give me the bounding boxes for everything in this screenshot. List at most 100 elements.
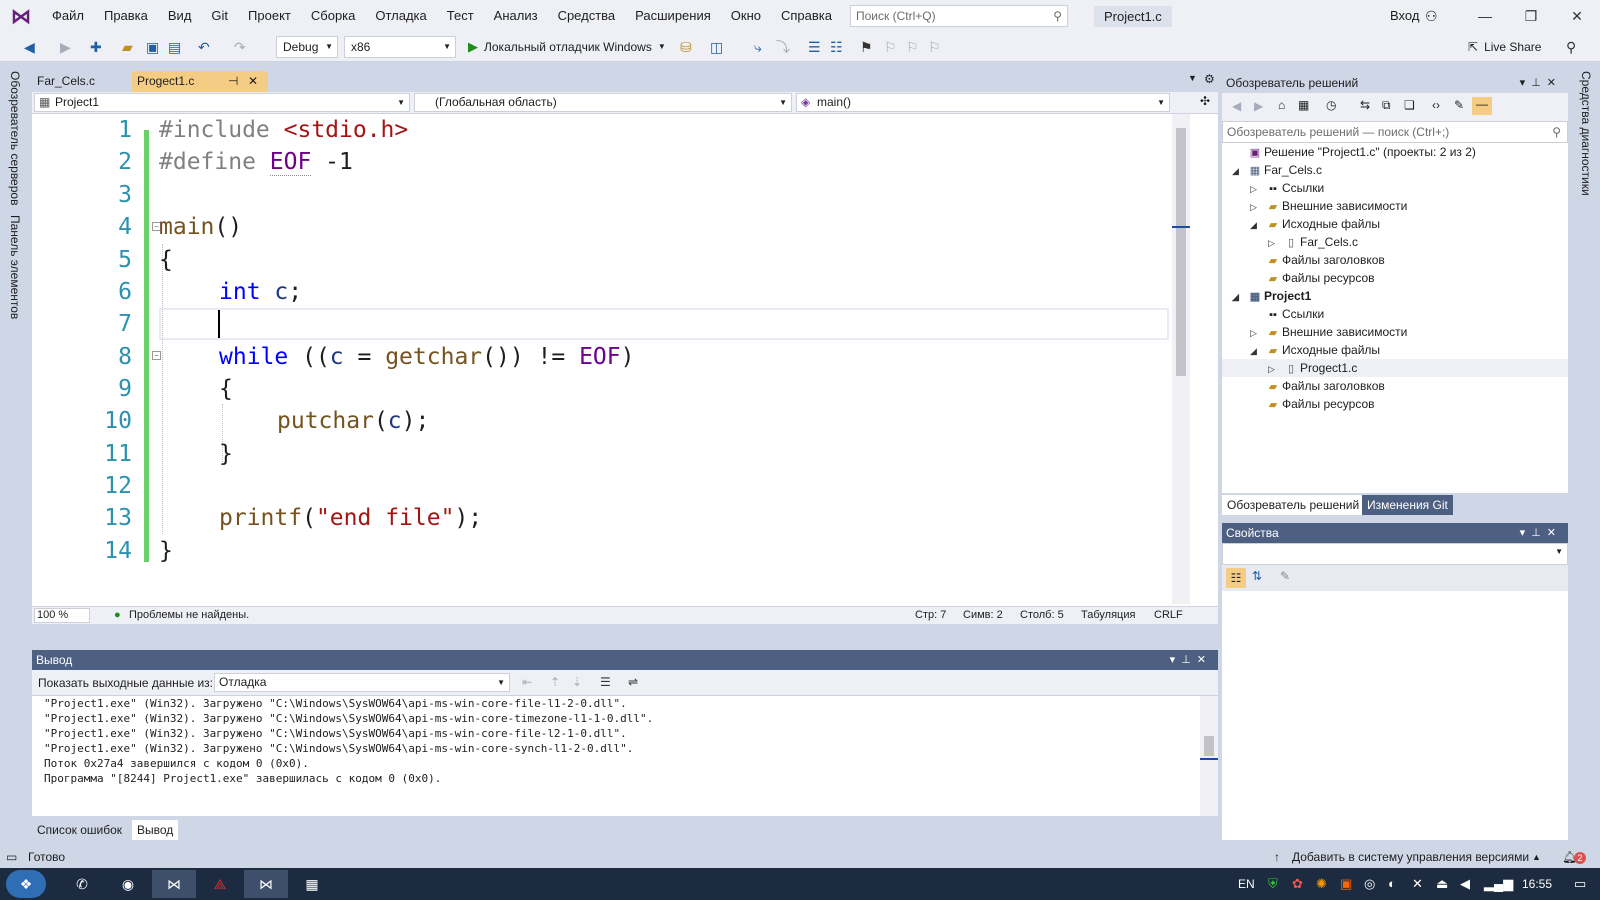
expander-icon[interactable]: ▷ (1268, 360, 1282, 378)
issues-status[interactable]: Проблемы не найдены. (129, 607, 249, 624)
tree-item-project-project1[interactable]: ◢ ▦ Project1 (1232, 287, 1311, 305)
feedback-icon[interactable]: ⚲ (1566, 39, 1576, 55)
view-code-icon[interactable]: ‹› (1432, 98, 1440, 112)
menu-file[interactable]: Файл (42, 0, 94, 32)
diagnostics-tools-tab[interactable]: Средства диагностики (1579, 71, 1593, 196)
clear-all-icon[interactable]: ☰ (600, 675, 611, 689)
chevron-up-icon[interactable]: ▲ (1532, 846, 1541, 868)
start-button-icon[interactable]: ❖ (6, 870, 46, 898)
chevron-down-icon[interactable]: ▾ (1170, 654, 1182, 666)
properties-wrench-icon[interactable]: ✎ (1454, 98, 1464, 112)
pin-icon[interactable]: ⊥ (1181, 654, 1197, 666)
screenshot-icon[interactable]: ◫ (710, 39, 723, 55)
redo-icon[interactable]: ↷ (234, 39, 246, 55)
tree-item-references[interactable]: ▷ ▪▪ Ссылки (1250, 179, 1324, 197)
restore-icon[interactable]: ❐ (1508, 0, 1554, 32)
tray-app-icon[interactable]: ✕ (1412, 876, 1423, 892)
start-debugging-button[interactable]: ▶ Локальный отладчик Windows ▼ (468, 36, 666, 58)
tree-item-resource-files[interactable]: ▰ Файлы ресурсов (1250, 395, 1375, 413)
expander-icon[interactable]: ◢ (1250, 216, 1264, 234)
close-icon[interactable]: ✕ (1197, 654, 1212, 666)
next-bookmark-icon[interactable]: ⚐ (906, 39, 919, 55)
menu-build[interactable]: Сборка (301, 0, 366, 32)
find-in-files-icon[interactable]: ⛁ (680, 39, 692, 55)
tab-solution-explorer[interactable]: Обозреватель решений (1222, 495, 1365, 515)
expander-icon[interactable]: ◢ (1232, 288, 1246, 306)
tree-item-header-files[interactable]: ▰ Файлы заголовков (1250, 251, 1385, 269)
menu-project[interactable]: Проект (238, 0, 301, 32)
menu-git[interactable]: Git (201, 0, 238, 32)
home-icon[interactable]: ⌂ (1278, 98, 1285, 112)
expander-icon[interactable]: ▷ (1250, 180, 1264, 198)
forward-icon[interactable]: ▶ (1254, 99, 1263, 113)
chevron-down-icon[interactable]: ▾ (1520, 527, 1532, 539)
property-pages-icon[interactable]: ✎ (1280, 569, 1290, 583)
scrollbar-thumb[interactable] (1176, 128, 1186, 376)
platform-dropdown[interactable]: x86 ▼ (344, 36, 456, 58)
action-center-icon[interactable]: ▭ (1574, 876, 1586, 892)
pin-icon[interactable]: ⊥ (1531, 527, 1547, 539)
prev-message-icon[interactable]: ⇡ (550, 675, 560, 689)
outdent-icon[interactable]: ☷ (830, 39, 843, 55)
pending-changes-icon[interactable]: ◷ (1326, 98, 1336, 112)
indent-icon[interactable]: ☰ (808, 39, 821, 55)
save-icon[interactable]: ▣ (146, 39, 159, 55)
server-explorer-tab[interactable]: Обозреватель серверов (8, 71, 22, 205)
undo-icon[interactable]: ↶ (198, 39, 210, 55)
close-icon[interactable]: ✕ (1547, 527, 1562, 539)
pin-icon[interactable]: ⊥ (1531, 77, 1547, 89)
tree-item-project-far-cels[interactable]: ◢ ▦ Far_Cels.c (1232, 161, 1322, 179)
chevron-down-icon[interactable]: ▾ (1520, 77, 1532, 89)
tree-item-external-deps[interactable]: ▷ ▰ Внешние зависимости (1250, 197, 1407, 215)
sync-icon[interactable]: ⇆ (1360, 98, 1370, 112)
tree-item-file-progect1[interactable]: ▷ ▯ Progect1.c (1222, 359, 1568, 377)
tray-app-icon[interactable]: ▣ (1340, 876, 1352, 892)
split-icon[interactable]: ✣ (1200, 94, 1210, 108)
output-window-icon[interactable]: ▭ (6, 846, 17, 868)
expander-icon[interactable]: ▷ (1250, 198, 1264, 216)
toolbox-tab[interactable]: Панель элементов (8, 215, 22, 319)
open-folder-icon[interactable]: ▰ (122, 39, 133, 55)
network-icon[interactable]: ▂▄▆ (1484, 876, 1513, 892)
minimize-icon[interactable]: — (1462, 0, 1508, 32)
forward-icon[interactable]: ▶ (60, 39, 71, 55)
project-dropdown[interactable]: ▦ Project1 ▼ (34, 93, 410, 112)
menu-debug[interactable]: Отладка (365, 0, 436, 32)
clear-bookmarks-icon[interactable]: ⚐ (928, 39, 941, 55)
back-icon[interactable]: ◀ (1232, 99, 1241, 113)
user-icon[interactable]: ⚇ (1425, 0, 1438, 32)
preview-selected-icon[interactable]: — (1472, 97, 1492, 115)
solution-search-input[interactable]: Обозреватель решений — поиск (Ctrl+;) ⚲ (1222, 121, 1568, 143)
menu-window[interactable]: Окно (721, 0, 771, 32)
step-icon[interactable]: ⤵ (776, 39, 790, 55)
tree-item-header-files[interactable]: ▰ Файлы заголовков (1250, 377, 1385, 395)
collapse-icon[interactable]: − (152, 351, 161, 360)
output-source-dropdown[interactable]: Отладка ▼ (214, 673, 510, 692)
tree-item-source-files[interactable]: ◢ ▰ Исходные файлы (1250, 215, 1380, 233)
alphabetical-icon[interactable]: ⇅ (1252, 569, 1262, 583)
menu-edit[interactable]: Правка (94, 0, 158, 32)
close-icon[interactable]: ✕ (1547, 77, 1562, 89)
save-all-icon[interactable]: ▤ (168, 39, 181, 55)
viber-icon[interactable]: ✆ (60, 870, 104, 898)
tree-item-references[interactable]: ▪▪ Ссылки (1250, 305, 1324, 323)
zoom-dropdown[interactable]: 100 % (34, 608, 90, 623)
clock[interactable]: 16:55 (1522, 868, 1552, 900)
vs-installer-icon[interactable]: ⋈ (244, 870, 288, 898)
menu-extensions[interactable]: Расширения (625, 0, 721, 32)
expander-icon[interactable]: ▷ (1268, 234, 1282, 252)
menu-view[interactable]: Вид (158, 0, 202, 32)
new-project-icon[interactable]: ✚ (90, 39, 102, 55)
tab-error-list[interactable]: Список ошибок (32, 820, 127, 840)
tree-item-solution[interactable]: ▣ Решение "Project1.c" (проекты: 2 из 2) (1232, 143, 1476, 161)
chevron-down-icon[interactable]: ▼ (1188, 73, 1197, 83)
chrome-icon[interactable]: ◉ (106, 870, 150, 898)
tray-app-icon[interactable]: ✿ (1292, 876, 1303, 892)
volume-icon[interactable]: ◀ (1460, 876, 1470, 892)
configuration-dropdown[interactable]: Debug ▼ (276, 36, 338, 58)
tray-app-icon[interactable]: ◎ (1364, 876, 1375, 892)
tab-progect1[interactable]: Progect1.c ⊣ ✕ (132, 71, 268, 92)
tray-app-icon[interactable]: ✺ (1316, 876, 1327, 892)
show-all-files-icon[interactable]: ❏ (1404, 98, 1415, 112)
output-scrollbar[interactable] (1200, 696, 1218, 816)
